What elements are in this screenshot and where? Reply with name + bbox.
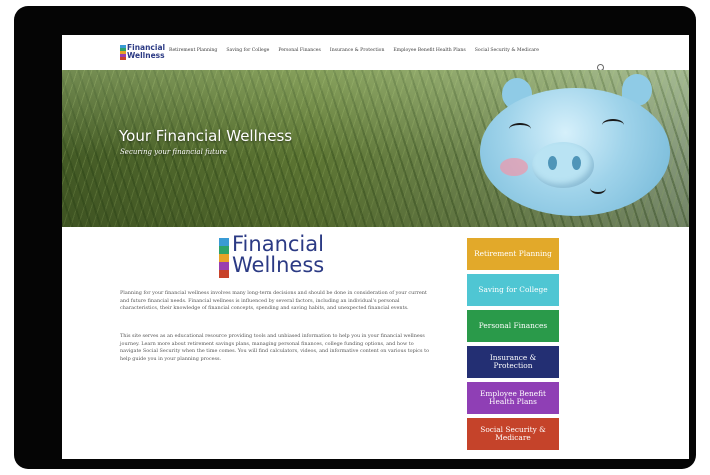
- hero-subtitle: Securing your financial future: [120, 148, 227, 156]
- saving-for-college-button[interactable]: Saving for College: [467, 274, 559, 306]
- hero-title: Your Financial Wellness: [119, 127, 293, 145]
- logo-color-bars-icon: [120, 45, 126, 60]
- intro-paragraph-1: Planning for your financial wellness inv…: [120, 290, 427, 312]
- pig-eye-left: [509, 123, 531, 135]
- nav-menu: Retirement Planning Saving for College P…: [169, 48, 539, 53]
- logo-line-2: Wellness: [127, 51, 165, 60]
- pig-eye-right: [602, 119, 624, 131]
- browser-screen: Financial Wellness Retirement Planning S…: [62, 35, 689, 459]
- nav-item-insurance-protection[interactable]: Insurance & Protection: [330, 48, 385, 53]
- pig-nostril-left: [548, 156, 557, 170]
- pig-mouth: [590, 182, 606, 194]
- nav-item-saving-for-college[interactable]: Saving for College: [226, 48, 269, 53]
- device-frame: Financial Wellness Retirement Planning S…: [14, 6, 696, 469]
- nav-item-employee-benefit-health-plans[interactable]: Employee Benefit Health Plans: [393, 48, 465, 53]
- site-logo[interactable]: Financial Wellness: [127, 44, 165, 60]
- pig-nostril-right: [572, 156, 581, 170]
- employee-benefit-health-plans-button[interactable]: Employee Benefit Health Plans: [467, 382, 559, 414]
- nav-item-personal-finances[interactable]: Personal Finances: [278, 48, 321, 53]
- nav-item-retirement-planning[interactable]: Retirement Planning: [169, 48, 217, 53]
- main-logo-line-1: Financial: [232, 232, 324, 256]
- main-logo-color-bars-icon: [219, 238, 229, 278]
- pig-snout: [532, 142, 594, 188]
- intro-paragraph-2: This site serves as an educational resou…: [120, 333, 430, 362]
- main-logo-line-2: Wellness: [232, 253, 325, 277]
- main-logo: Financial Wellness: [232, 234, 324, 276]
- pig-cheek-left: [500, 158, 528, 176]
- social-security-medicare-button[interactable]: Social Security & Medicare: [467, 418, 559, 450]
- personal-finances-button[interactable]: Personal Finances: [467, 310, 559, 342]
- retirement-planning-button[interactable]: Retirement Planning: [467, 238, 559, 270]
- nav-item-social-security-medicare[interactable]: Social Security & Medicare: [475, 48, 539, 53]
- top-nav: Financial Wellness Retirement Planning S…: [62, 35, 689, 71]
- insurance-protection-button[interactable]: Insurance & Protection: [467, 346, 559, 378]
